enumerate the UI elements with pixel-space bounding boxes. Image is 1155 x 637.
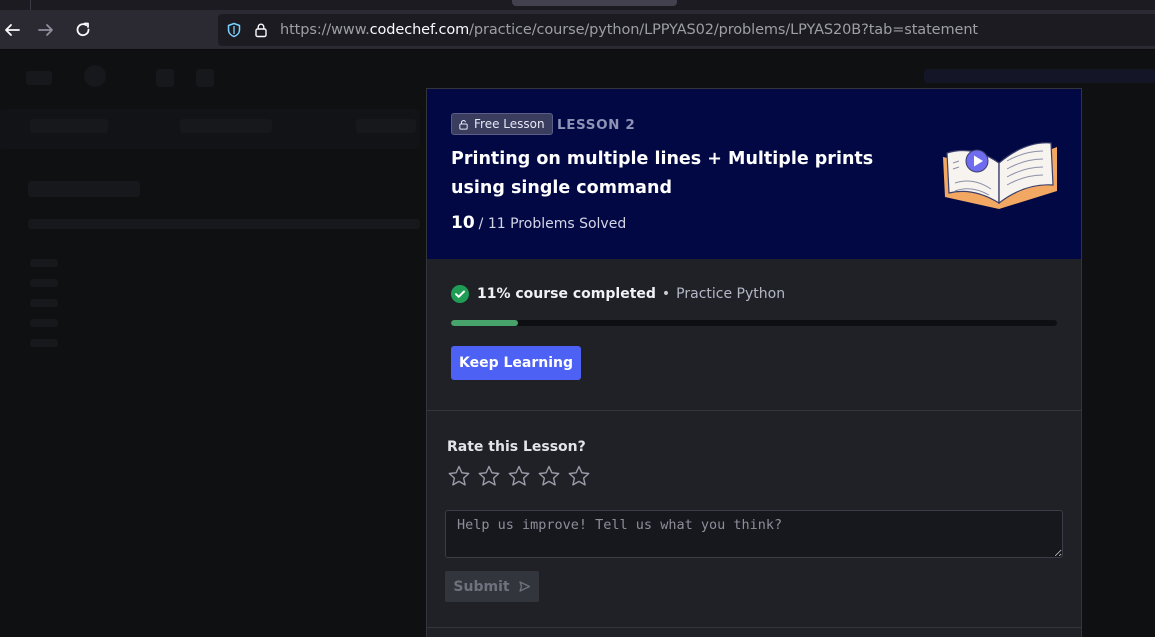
star-rating	[447, 464, 591, 488]
url-host: codechef.com	[369, 22, 470, 38]
rate-lesson-section: Rate this Lesson? Submit	[427, 412, 1081, 628]
submit-button[interactable]: Submit	[445, 571, 539, 602]
star-icon[interactable]	[447, 464, 471, 488]
check-circle-icon	[451, 285, 469, 303]
lesson-progress-card: Free Lesson LESSON 2 Printing on multipl…	[426, 88, 1082, 637]
arrow-left-icon	[5, 24, 20, 36]
lesson-header: Free Lesson LESSON 2 Printing on multipl…	[427, 89, 1081, 259]
progress-percent: 11% course completed	[477, 286, 656, 302]
url-path: /practice/course/python/LPPYAS02/problem…	[469, 22, 978, 38]
feedback-textarea[interactable]	[445, 510, 1063, 558]
address-bar[interactable]: https://www.codechef.com/practice/course…	[218, 14, 1155, 46]
open-book-illustration	[943, 142, 1057, 209]
ghost-element	[180, 119, 272, 133]
ghost-element	[28, 219, 420, 229]
ghost-element	[30, 259, 58, 267]
browser-toolbar: https://www.codechef.com/practice/course…	[0, 10, 1155, 50]
free-lesson-label: Free Lesson	[474, 117, 545, 131]
star-icon[interactable]	[477, 464, 501, 488]
send-icon	[518, 581, 530, 592]
ghost-element	[84, 65, 106, 87]
url-prefix: https://www.	[280, 22, 370, 38]
lesson-number: LESSON 2	[557, 117, 636, 133]
lock-icon[interactable]	[253, 22, 269, 38]
course-name: Practice Python	[676, 286, 786, 302]
ghost-element	[356, 119, 416, 133]
reload-button[interactable]	[71, 18, 95, 42]
ghost-element	[30, 119, 108, 133]
star-icon[interactable]	[567, 464, 591, 488]
ghost-element	[30, 319, 58, 327]
progress-bar	[451, 320, 1057, 326]
ghost-element	[28, 181, 140, 197]
free-lesson-badge: Free Lesson	[451, 113, 553, 135]
reload-icon	[76, 22, 90, 37]
progress-summary: 11% course completed • Practice Python	[451, 285, 785, 303]
ghost-element	[30, 279, 58, 287]
unlock-icon	[459, 119, 468, 130]
browser-tab-strip	[0, 0, 1155, 10]
ghost-element	[30, 299, 58, 307]
progress-bar-fill	[451, 320, 518, 326]
forward-button[interactable]	[34, 18, 58, 42]
ghost-element	[30, 339, 58, 347]
url-text[interactable]: https://www.codechef.com/practice/course…	[280, 22, 978, 38]
tracking-shield-icon[interactable]	[226, 22, 242, 38]
star-icon[interactable]	[507, 464, 531, 488]
ghost-element	[156, 69, 174, 87]
solved-count: 10	[451, 213, 475, 233]
ghost-element	[196, 69, 214, 87]
lesson-title: Printing on multiple lines + Multiple pr…	[451, 149, 874, 198]
ghost-element	[924, 69, 1155, 83]
ghost-element	[26, 71, 52, 85]
tab-separator	[30, 0, 31, 10]
submit-label: Submit	[453, 578, 510, 595]
arrow-right-icon	[38, 24, 53, 36]
back-button[interactable]	[0, 18, 24, 42]
active-tab[interactable]	[512, 0, 677, 6]
star-icon[interactable]	[537, 464, 561, 488]
course-progress-section: 11% course completed • Practice Python K…	[427, 259, 1081, 411]
problems-solved: 10 / 11 Problems Solved	[451, 213, 626, 233]
separator-dot: •	[661, 286, 671, 302]
solved-total: / 11 Problems Solved	[478, 216, 627, 232]
rate-lesson-label: Rate this Lesson?	[447, 439, 586, 455]
keep-learning-button[interactable]: Keep Learning	[451, 346, 581, 380]
